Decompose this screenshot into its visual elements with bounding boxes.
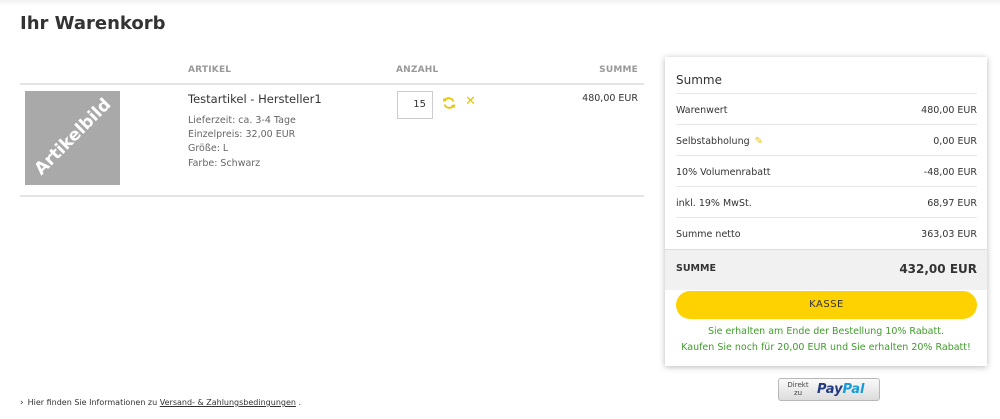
page-title: Ihr Warenkorb — [20, 13, 166, 34]
footer-suffix: . — [298, 398, 302, 407]
product-unit-price: Einzelpreis: 32,00 EUR — [188, 129, 296, 140]
paypal-button[interactable]: Direkt zu PayPal — [778, 378, 880, 401]
summary-title: Summe — [676, 73, 722, 87]
summary-row-net: Summe netto 363,03 EUR — [676, 217, 977, 248]
promo-message: Kaufen Sie noch für 20,00 EUR und Sie er… — [681, 342, 971, 353]
product-delivery-time: Lieferzeit: ca. 3-4 Tage — [188, 115, 296, 126]
summary-row-discount: 10% Volumenrabatt -48,00 EUR — [676, 155, 977, 186]
summary-row-shipping: Selbstabholung ✎ 0,00 EUR — [676, 124, 977, 155]
promo-message: Sie erhalten am Ende der Bestellung 10% … — [708, 326, 944, 337]
line-total: 480,00 EUR — [582, 93, 638, 104]
quantity-input[interactable]: 15 — [397, 91, 433, 119]
product-size: Größe: L — [188, 143, 229, 154]
close-icon[interactable]: ✕ — [465, 95, 479, 109]
refresh-icon[interactable] — [442, 95, 456, 109]
column-header-anzahl: ANZAHL — [396, 65, 439, 75]
product-color: Farbe: Schwarz — [188, 158, 261, 169]
summary-row-label: inkl. 19% MwSt. — [676, 198, 752, 209]
summary-row-value: 363,03 EUR — [921, 229, 977, 240]
product-image[interactable]: Artikelbild — [25, 91, 120, 185]
shipping-payment-terms-link[interactable]: Versand- & Zahlungsbedingungen — [160, 398, 296, 407]
summary-total: SUMME 432,00 EUR — [665, 249, 987, 290]
summary-row-value: -48,00 EUR — [923, 167, 977, 178]
product-name-link[interactable]: Testartikel - Hersteller1 — [188, 92, 322, 106]
footer-info: › Hier finden Sie Informationen zu Versan… — [20, 398, 301, 408]
footer-text: Hier finden Sie Informationen zu — [27, 398, 158, 407]
summary-row-label: 10% Volumenrabatt — [676, 167, 771, 178]
summary-row-label: Summe netto — [676, 229, 741, 240]
order-summary-panel: Summe Warenwert 480,00 EUR Selbstabholun… — [665, 57, 987, 366]
summary-row-label: Warenwert — [676, 105, 728, 116]
pencil-icon[interactable]: ✎ — [755, 136, 763, 147]
checkout-button[interactable]: KASSE — [676, 291, 977, 319]
top-shadow — [0, 0, 1000, 6]
table-divider-top — [20, 83, 644, 85]
paypal-prefix: Direkt zu — [787, 381, 809, 397]
summary-total-label: SUMME — [676, 263, 716, 274]
summary-row-value: 0,00 EUR — [933, 136, 977, 147]
column-header-summe: SUMME — [599, 65, 638, 75]
summary-row-value: 68,97 EUR — [927, 198, 977, 209]
summary-total-value: 432,00 EUR — [899, 262, 977, 276]
column-header-artikel: ARTIKEL — [188, 65, 232, 75]
summary-row-label: Selbstabholung — [676, 136, 750, 147]
summary-row-vat: inkl. 19% MwSt. 68,97 EUR — [676, 186, 977, 217]
summary-row-warenwert: Warenwert 480,00 EUR — [676, 93, 977, 124]
summary-row-value: 480,00 EUR — [921, 105, 977, 116]
paypal-logo: PayPal — [817, 382, 865, 397]
product-image-placeholder-label: Artikelbild — [30, 94, 116, 180]
table-divider-bottom — [20, 195, 644, 197]
chevron-right-icon: › — [20, 398, 24, 408]
